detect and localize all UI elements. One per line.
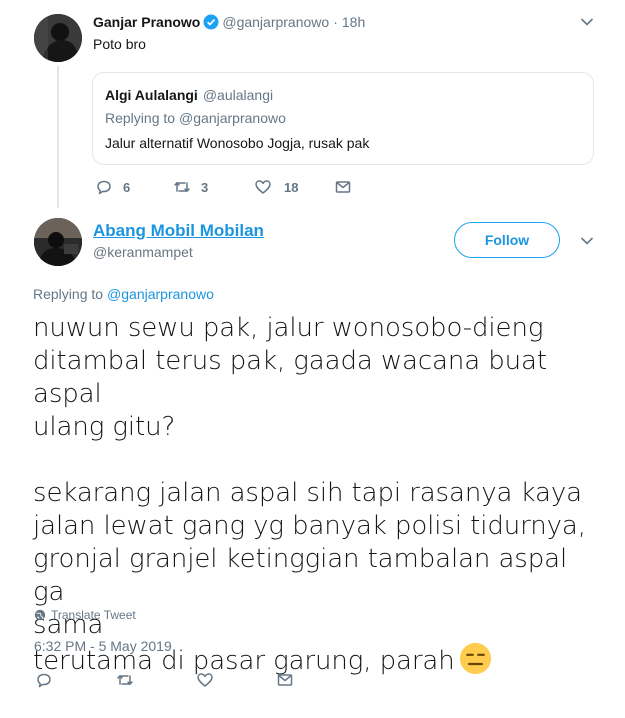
parent-tweet-text: Poto bro: [93, 36, 146, 52]
replying-to-handle[interactable]: @ganjarpranowo: [107, 286, 214, 302]
heart-icon: [197, 673, 213, 687]
quoted-author-handle: @aulalangi: [202, 87, 274, 103]
parent-like-count: 18: [284, 179, 299, 195]
follow-button[interactable]: Follow: [454, 222, 560, 258]
envelope-icon: [277, 674, 293, 686]
parent-author-handle[interactable]: @ganjarpranowo: [222, 14, 329, 30]
heart-icon: [255, 180, 271, 194]
quoted-author-name: Algi Aulalangi: [105, 87, 198, 103]
main-tweet-body: nuwun sewu pak, jalur wonosobo-dieng dit…: [33, 312, 603, 678]
main-reply-button[interactable]: [35, 671, 53, 689]
quoted-replying-to-label: Replying to: [105, 110, 176, 126]
time-separator: ·: [333, 14, 338, 30]
parent-like-button[interactable]: 18: [254, 178, 298, 196]
translate-tweet-link[interactable]: Translate Tweet: [34, 608, 136, 622]
main-like-button[interactable]: [196, 671, 214, 689]
reply-icon: [97, 180, 111, 195]
translate-tweet-label[interactable]: Translate Tweet: [51, 608, 136, 622]
main-author-handle[interactable]: @keranmampet: [93, 244, 193, 260]
avatar-photo-icon: [34, 218, 82, 266]
retweet-icon: [117, 675, 133, 685]
avatar-photo-icon: [34, 14, 82, 62]
expressionless-face-icon: [459, 642, 491, 675]
main-retweet-button[interactable]: [116, 671, 134, 689]
parent-author-name[interactable]: Ganjar Pranowo: [93, 14, 200, 30]
retweet-icon: [174, 182, 190, 192]
quoted-replying-to-handle: @ganjarpranowo: [179, 110, 286, 126]
tweet-timestamp[interactable]: 6:32 PM - 5 May 2019: [34, 638, 172, 654]
envelope-icon: [335, 181, 351, 193]
parent-retweet-count: 3: [201, 179, 209, 195]
reply-icon: [37, 673, 51, 688]
parent-reply-button[interactable]: 6: [95, 178, 130, 196]
abang-avatar[interactable]: [34, 218, 82, 266]
globe-icon: [34, 609, 46, 621]
thread-line: [57, 66, 59, 208]
verified-badge-icon: [203, 14, 219, 30]
parent-retweet-button[interactable]: 3: [173, 178, 208, 196]
quoted-tweet-text: Jalur alternatif Wonosobo Jogja, rusak p…: [105, 135, 370, 151]
parent-message-button[interactable]: [334, 178, 352, 196]
replying-to-label: Replying to: [33, 286, 104, 302]
parent-reply-count: 6: [123, 179, 131, 195]
parent-chevron-down-icon[interactable]: [580, 17, 594, 27]
main-author-name[interactable]: Abang Mobil Mobilan: [93, 221, 264, 241]
ganjar-avatar[interactable]: [34, 14, 82, 62]
main-message-button[interactable]: [276, 671, 294, 689]
main-chevron-down-icon[interactable]: [580, 236, 594, 246]
parent-tweet-time[interactable]: 18h: [342, 14, 365, 30]
